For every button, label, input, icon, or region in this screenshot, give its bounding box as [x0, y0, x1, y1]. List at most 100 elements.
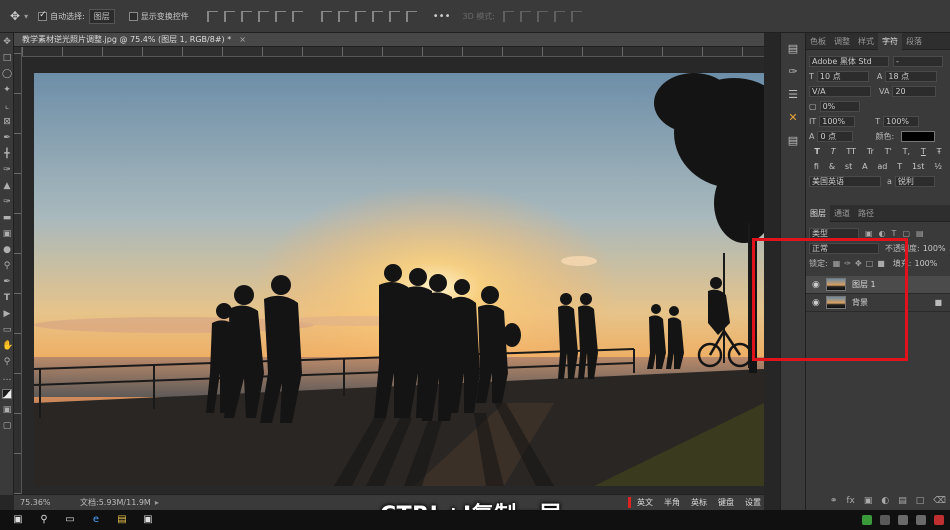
3d-rotate-icon[interactable] — [502, 10, 514, 22]
add-mask-icon[interactable]: ▣ — [864, 496, 873, 506]
healing-brush-tool-icon[interactable]: ╋ — [2, 149, 12, 159]
show-transform-checkbox[interactable]: 显示变换控件 — [128, 11, 189, 22]
align-right-icon[interactable] — [291, 10, 303, 22]
tab-layers[interactable]: 图层 — [806, 204, 830, 222]
layer-style-icon[interactable]: fx — [846, 496, 855, 506]
task-view-icon[interactable]: ▭ — [62, 514, 78, 526]
more-tools-icon[interactable]: … — [2, 373, 12, 383]
baseline-shift-field[interactable]: 0 点 — [817, 130, 854, 142]
align-vcenter-icon[interactable] — [223, 10, 235, 22]
leading-field[interactable]: 18 点 — [885, 70, 938, 82]
crop-tool-icon[interactable]: ⌞ — [2, 101, 12, 111]
filter-smart-icon[interactable]: ▤ — [916, 229, 924, 238]
ornament-button[interactable]: & — [829, 162, 835, 171]
font-family-field[interactable]: Adobe 黑体 Std — [809, 55, 889, 67]
opacity-value[interactable]: 100% — [923, 244, 946, 253]
distribute-right-icon[interactable] — [405, 10, 417, 22]
swash-button[interactable]: T — [897, 162, 902, 171]
canvas-area[interactable] — [22, 57, 764, 494]
ime-item-english[interactable]: 英文 — [637, 497, 653, 508]
status-menu-chevron-icon[interactable]: ▸ — [155, 498, 159, 507]
type-tool-icon[interactable]: T — [2, 293, 12, 303]
quick-mask-icon[interactable]: ▣ — [2, 405, 12, 415]
document-info[interactable]: 文档:5.93M/11.9M — [80, 497, 151, 508]
3d-pan-icon[interactable] — [536, 10, 548, 22]
tab-styles[interactable]: 样式 — [854, 33, 878, 50]
color-swatches-icon[interactable] — [2, 389, 12, 399]
tab-swatches[interactable]: 色板 — [806, 33, 830, 50]
gradient-tool-icon[interactable]: ▣ — [2, 229, 12, 239]
tray-volume-icon[interactable] — [916, 515, 926, 525]
horizontal-ruler[interactable] — [22, 47, 764, 57]
lasso-tool-icon[interactable]: ◯ — [2, 69, 12, 79]
fraction-button[interactable]: ½ — [934, 162, 942, 171]
faux-italic-button[interactable]: T — [831, 147, 836, 156]
fill-value[interactable]: 100% — [915, 259, 938, 268]
dodge-tool-icon[interactable]: ⚲ — [2, 261, 12, 271]
align-left-icon[interactable] — [257, 10, 269, 22]
underline-button[interactable]: T — [921, 147, 926, 156]
ime-item-keyboard[interactable]: 键盘 — [718, 497, 734, 508]
font-size-field[interactable]: 10 点 — [816, 70, 869, 82]
filter-adjustment-icon[interactable]: ◐ — [879, 229, 886, 238]
paragraph-styles-icon[interactable]: ▤ — [786, 134, 800, 148]
discretionary-ligature-button[interactable]: ad — [877, 162, 887, 171]
hand-tool-icon[interactable]: ✋ — [2, 341, 13, 351]
distribute-top-icon[interactable] — [320, 10, 332, 22]
filter-pixel-icon[interactable]: ▣ — [865, 229, 873, 238]
font-style-field[interactable]: - — [893, 55, 943, 67]
distribute-vcenter-icon[interactable] — [337, 10, 349, 22]
shape-tool-icon[interactable]: ▭ — [2, 325, 12, 335]
tab-character[interactable]: 字符 — [878, 32, 902, 50]
faux-bold-button[interactable]: T — [814, 147, 819, 156]
adjustment-layer-icon[interactable]: ◐ — [881, 496, 889, 506]
horizontal-scale-field[interactable]: 100% — [883, 115, 920, 127]
align-hcenter-icon[interactable] — [274, 10, 286, 22]
strikethrough-button[interactable]: Ŧ — [937, 147, 942, 156]
close-icon[interactable]: × — [239, 33, 246, 47]
superscript-button[interactable]: T' — [885, 147, 892, 156]
search-icon[interactable]: ⚲ — [36, 514, 52, 526]
new-group-icon[interactable]: ▤ — [898, 496, 907, 506]
tab-paths[interactable]: 路径 — [854, 205, 878, 222]
zoom-level[interactable]: 75.36% — [14, 498, 70, 507]
align-top-icon[interactable] — [206, 10, 218, 22]
layer-filter-dropdown[interactable]: 类型 — [809, 227, 859, 239]
3d-scale-icon[interactable] — [570, 10, 582, 22]
more-options-icon[interactable]: ••• — [433, 11, 451, 22]
filter-type-icon[interactable]: T — [892, 229, 897, 238]
link-layers-icon[interactable]: ⚭ — [830, 496, 838, 506]
tsume-field[interactable]: 0% — [819, 100, 860, 112]
tab-paragraph[interactable]: 段落 — [902, 33, 926, 50]
properties-panel-icon[interactable]: ☰ — [786, 88, 800, 102]
brush-tool-icon[interactable]: ✑ — [2, 165, 12, 175]
ligature-button[interactable]: fi — [814, 162, 819, 171]
move-tool-icon[interactable]: ✥ — [2, 37, 12, 47]
history-brush-tool-icon[interactable]: ✑ — [2, 197, 12, 207]
store-icon[interactable]: ▣ — [140, 514, 156, 526]
blur-tool-icon[interactable]: ● — [2, 245, 12, 255]
tray-network-icon[interactable] — [898, 515, 908, 525]
eraser-tool-icon[interactable]: ▬ — [2, 213, 12, 223]
screen-mode-icon[interactable]: ▢ — [2, 421, 12, 431]
auto-select-checkbox[interactable]: 自动选择: 图层 — [38, 8, 115, 24]
path-select-tool-icon[interactable]: ▶ — [2, 309, 12, 319]
ime-item-settings[interactable]: 设置 — [745, 497, 761, 508]
tab-adjustments[interactable]: 调整 — [830, 33, 854, 50]
ime-item-english-punct[interactable]: 英标 — [691, 497, 707, 508]
tab-channels[interactable]: 通道 — [830, 205, 854, 222]
clone-stamp-tool-icon[interactable]: ▲ — [2, 181, 12, 191]
titling-button[interactable]: A — [862, 162, 867, 171]
tray-security-icon[interactable] — [862, 515, 872, 525]
windows-start-icon[interactable]: ▣ — [10, 514, 26, 526]
tray-ime-icon[interactable] — [880, 515, 890, 525]
all-caps-button[interactable]: TT — [846, 147, 856, 156]
tracking-field[interactable]: 20 — [892, 85, 937, 97]
quick-select-tool-icon[interactable]: ✦ — [2, 85, 12, 95]
pen-tool-icon[interactable]: ✒ — [2, 277, 12, 287]
align-bottom-icon[interactable] — [240, 10, 252, 22]
small-caps-button[interactable]: Tr — [867, 147, 874, 156]
photo-backlit-promenade[interactable] — [34, 73, 764, 486]
language-dropdown[interactable]: 美国英语 — [809, 175, 881, 187]
document-tab[interactable]: 教学素材逆光照片调整.jpg @ 75.4% (图层 1, RGB/8#) * … — [14, 33, 764, 47]
